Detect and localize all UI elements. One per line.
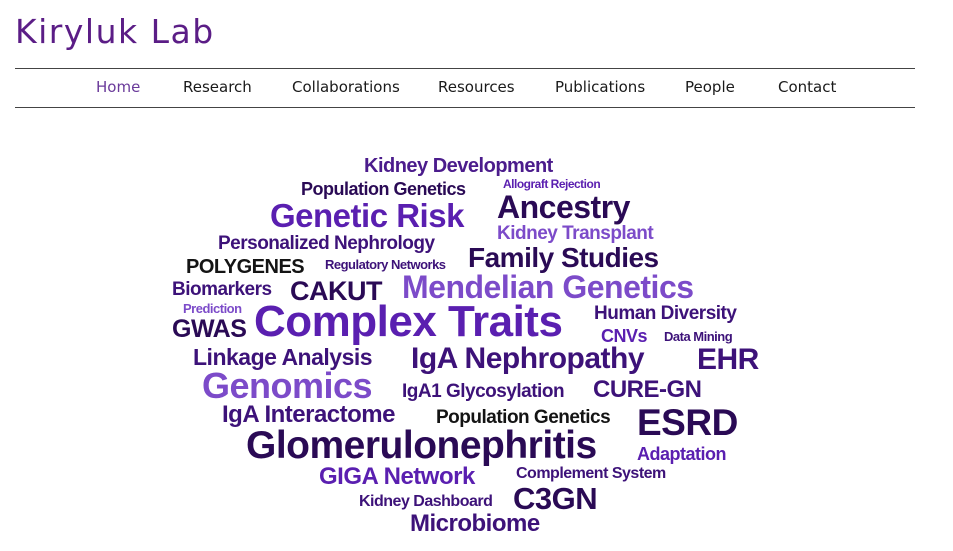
word-genomics: Genomics [202, 365, 373, 406]
word-cure-gn: CURE-GN [593, 376, 702, 403]
word-esrd: ESRD [637, 402, 738, 443]
word-regulatory-networks: Regulatory Networks [325, 257, 446, 272]
site-title[interactable]: Kiryluk Lab [15, 10, 215, 54]
word-ancestry: Ancestry [497, 189, 630, 225]
word-iga-interactome: IgA Interactome [222, 401, 395, 428]
word-adaptation: Adaptation [637, 444, 727, 464]
word-complement-system: Complement System [516, 465, 666, 482]
word-linkage-analysis: Linkage Analysis [193, 344, 373, 370]
main-nav: Home Research Collaborations Resources P… [15, 68, 915, 108]
word-cnvs: CNVs [601, 326, 648, 346]
word-glomerulonephritis: Glomerulonephritis [246, 424, 597, 467]
word-genetic-risk: Genetic Risk [270, 197, 464, 234]
word-c3gn: C3GN [513, 481, 598, 516]
nav-home[interactable]: Home [96, 78, 140, 96]
word-kidney-development: Kidney Development [364, 155, 553, 177]
word-data-mining: Data Mining [664, 329, 733, 344]
nav-contact[interactable]: Contact [778, 78, 836, 96]
word-personalized-nephrology: Personalized Nephrology [218, 233, 435, 254]
word-population-genetics-2: Population Genetics [436, 407, 611, 428]
word-iga1-glycosylation: IgA1 Glycosylation [402, 381, 565, 402]
word-biomarkers: Biomarkers [172, 279, 272, 300]
word-microbiome: Microbiome [410, 510, 540, 537]
word-allograft-rejection: Allograft Rejection [503, 177, 601, 191]
word-family-studies: Family Studies [468, 242, 659, 273]
word-cakut: CAKUT [290, 276, 383, 306]
word-ehr: EHR [697, 343, 759, 376]
word-giga-network: GIGA Network [319, 463, 475, 490]
nav-people[interactable]: People [685, 78, 735, 96]
word-kidney-dashboard: Kidney Dashboard [359, 493, 493, 510]
word-iga-nephropathy: IgA Nephropathy [411, 342, 645, 375]
word-mendelian-genetics: Mendelian Genetics [402, 269, 694, 305]
nav-collaborations[interactable]: Collaborations [292, 78, 400, 96]
word-population-genetics: Population Genetics [301, 179, 466, 199]
nav-resources[interactable]: Resources [438, 78, 515, 96]
word-kidney-transplant: Kidney Transplant [497, 223, 654, 244]
nav-publications[interactable]: Publications [555, 78, 645, 96]
word-gwas: GWAS [172, 315, 247, 343]
word-prediction: Prediction [183, 301, 242, 316]
nav-research[interactable]: Research [183, 78, 252, 96]
word-complex-traits: Complex Traits [254, 297, 563, 346]
word-polygenes: POLYGENES [186, 256, 305, 278]
word-human-diversity: Human Diversity [594, 303, 737, 324]
